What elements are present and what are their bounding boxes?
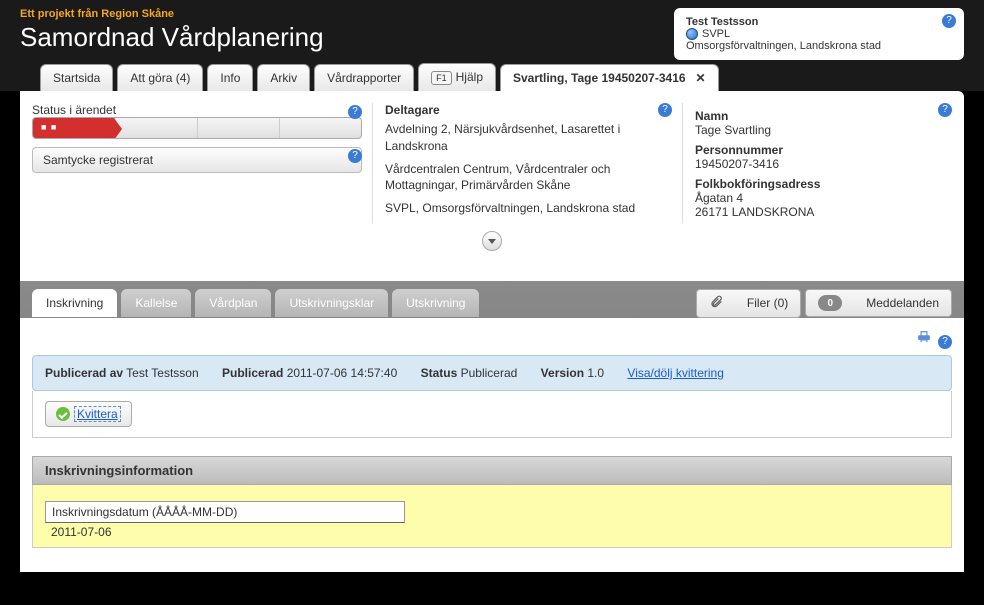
addr-line-2: 26171 LANDSKRONA — [695, 205, 952, 219]
tab-vardrapporter[interactable]: Vårdrapporter — [314, 64, 414, 91]
tab-info[interactable]: Info — [207, 64, 253, 91]
app-header: Ett projekt från Region Skåne Samordnad … — [0, 0, 984, 91]
paperclip-icon — [709, 295, 723, 312]
name-label: Namn — [695, 109, 952, 123]
version-label: Version — [541, 366, 584, 380]
pnr-label: Personnummer — [695, 143, 952, 157]
progress-segment-4 — [280, 118, 361, 138]
globe-icon — [686, 28, 698, 40]
subtab-utskrivning[interactable]: Utskrivning — [392, 289, 479, 317]
participant-1: Avdelning 2, Närsjukvårdsenhet, Lasarett… — [385, 121, 672, 155]
user-org: Omsorgsförvaltningen, Landskrona stad — [686, 40, 952, 52]
user-role: SVPL — [702, 28, 730, 40]
name-value: Tage Svartling — [695, 123, 952, 137]
pub-by-label: Publicerad av — [45, 366, 123, 380]
messages-button[interactable]: 0 Meddelanden — [805, 289, 952, 317]
user-info-box: ? Test Testsson SVPL Omsorgsförvaltninge… — [674, 8, 964, 60]
expand-collapse-button[interactable] — [482, 231, 502, 251]
pub-by-value: Test Testsson — [126, 366, 198, 380]
files-button[interactable]: Filer (0) — [696, 289, 801, 318]
participant-3: SVPL, Omsorgsförvaltningen, Landskrona s… — [385, 200, 672, 217]
content-area: ? Publicerad av Test Testsson Publicerad… — [20, 318, 964, 560]
pub-date: 2011-07-06 14:57:40 — [287, 366, 398, 380]
main-tabs: Startsida Att göra (4) Info Arkiv Vårdra… — [20, 63, 964, 91]
tab-patient[interactable]: Svartling, Tage 19450207-3416✕ — [500, 64, 719, 91]
subtab-kallelse[interactable]: Kallelse — [121, 289, 191, 317]
help-icon[interactable]: ? — [938, 335, 952, 349]
addr-line-1: Ågatan 4 — [695, 191, 952, 205]
consent-pill[interactable]: Samtycke registrerat — [32, 147, 362, 173]
subtab-vardplan[interactable]: Vårdplan — [195, 289, 271, 317]
help-icon[interactable]: ? — [348, 105, 362, 119]
tab-arkiv[interactable]: Arkiv — [257, 64, 310, 91]
help-icon[interactable]: ? — [348, 149, 362, 163]
status-label: Status i ärendet — [32, 103, 116, 117]
user-name: Test Testsson — [686, 16, 952, 28]
tab-att-gora[interactable]: Att göra (4) — [117, 64, 203, 91]
sub-tab-area: Inskrivning Kallelse Vårdplan Utskrivnin… — [20, 281, 964, 560]
status-progress: ■ ■ — [32, 117, 362, 139]
inskrivning-form: Inskrivningsdatum (ÅÅÅÅ-MM-DD) 2011-07-0… — [32, 485, 952, 548]
main-panel: Status i ärendet ? ■ ■ Samtycke registre… — [20, 91, 964, 572]
field-value-inskrivningsdatum: 2011-07-06 — [45, 523, 939, 541]
version-value: 1.0 — [587, 366, 604, 380]
check-icon — [56, 407, 70, 421]
kvittera-button[interactable]: Kvittera — [45, 401, 132, 427]
participants-label: Deltagare — [385, 103, 672, 117]
tab-hjalp[interactable]: F1Hjälp — [418, 63, 496, 91]
progress-segment-1: ■ ■ — [33, 118, 115, 138]
message-count-badge: 0 — [818, 295, 842, 311]
tab-startsida[interactable]: Startsida — [40, 64, 113, 91]
pnr-value: 19450207-3416 — [695, 157, 952, 171]
status-value: Publicerad — [461, 366, 518, 380]
field-label-inskrivningsdatum: Inskrivningsdatum (ÅÅÅÅ-MM-DD) — [45, 501, 405, 523]
status-label: Status — [421, 366, 458, 380]
section-header: Inskrivningsinformation — [32, 456, 952, 485]
progress-segment-3 — [198, 118, 280, 138]
participant-2: Vårdcentralen Centrum, Vårdcentraler och… — [385, 161, 672, 195]
help-icon[interactable]: ? — [658, 103, 672, 117]
toggle-kvittering-link[interactable]: Visa/dölj kvittering — [627, 366, 724, 380]
progress-segment-2 — [115, 118, 197, 138]
print-icon[interactable] — [917, 333, 931, 347]
help-icon[interactable]: ? — [938, 103, 952, 117]
subtab-utskrivningsklar[interactable]: Utskrivningsklar — [275, 289, 388, 317]
subtab-inskrivning[interactable]: Inskrivning — [32, 289, 117, 317]
help-icon[interactable]: ? — [942, 14, 956, 28]
pub-label: Publicerad — [222, 366, 283, 380]
f1-key-icon: F1 — [431, 71, 452, 85]
publication-info-bar: Publicerad av Test Testsson Publicerad 2… — [32, 355, 952, 391]
close-tab-icon[interactable]: ✕ — [696, 71, 706, 85]
addr-label: Folkbokföringsadress — [695, 177, 952, 191]
